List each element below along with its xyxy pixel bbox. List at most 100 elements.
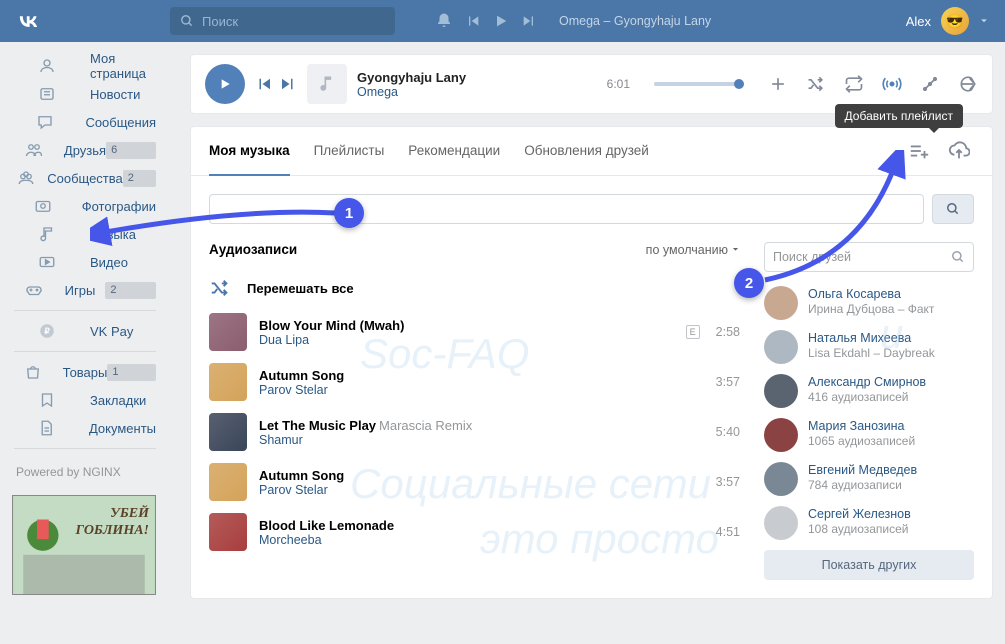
badge: 2 [123,170,156,187]
friend-name: Мария Занозина [808,418,915,434]
music-search-button[interactable] [932,194,974,224]
player-cover [307,64,347,104]
sidebar-item[interactable]: Новости [6,80,164,108]
photos-icon [14,196,72,216]
sidebar-item[interactable]: Видео [6,248,164,276]
friend-name: Евгений Медведев [808,462,917,478]
friend-row[interactable]: Евгений Медведев784 аудиозаписи [764,462,974,496]
player-track-artist[interactable]: Omega [357,85,466,99]
header-search[interactable] [170,7,395,35]
track-title: Autumn Song [259,368,344,383]
music-note-icon [317,74,337,94]
explicit-icon: E [686,325,700,339]
badge: 1 [107,364,156,381]
sidebar-item-label: Друзья [64,143,106,158]
friend-name: Сергей Железнов [808,506,911,522]
upload-icon[interactable] [948,140,970,162]
step-badge-1: 1 [334,198,364,228]
friend-name: Наталья Михеева [808,330,935,346]
share-icon[interactable] [958,74,978,94]
header-now-playing: Omega – Gyongyhaju Lany [559,14,711,28]
top-header: Omega – Gyongyhaju Lany Alex 😎 [0,0,1005,42]
games-icon [14,280,55,300]
sidebar-item[interactable]: Закладки [6,386,164,414]
shuffle-icon [209,277,231,299]
tab[interactable]: Рекомендации [408,127,500,175]
friend-avatar [764,462,798,496]
username: Alex [906,14,931,29]
friend-row[interactable]: Ольга КосареваИрина Дубцова – Факт [764,286,974,320]
avatar: 😎 [941,7,969,35]
sidebar-item[interactable]: Моя страница [6,52,164,80]
friend-row[interactable]: Сергей Железнов108 аудиозаписей [764,506,974,540]
track-artist[interactable]: Parov Stelar [259,483,704,497]
notifications-icon[interactable] [435,12,453,30]
play-button[interactable] [205,64,245,104]
track-artist[interactable]: Parov Stelar [259,383,704,397]
bookmark-icon [14,390,80,410]
sidebar-item-label: Игры [65,283,106,298]
next-icon[interactable] [521,13,537,29]
sidebar-item[interactable]: Товары1 [6,358,164,386]
broadcast-icon[interactable] [882,74,902,94]
track-duration: 4:51 [716,525,740,539]
track-duration: 3:57 [716,375,740,389]
arrow-2 [760,150,920,290]
track-row[interactable]: Autumn SongParov Stelar 3:57 [209,357,740,407]
vk-logo[interactable] [16,9,40,33]
track-cover [209,413,247,451]
track-row[interactable]: Blood Like LemonadeMorcheeba 4:51 [209,507,740,557]
friend-row[interactable]: Мария Занозина1065 аудиозаписей [764,418,974,452]
svg-text:₽: ₽ [44,327,49,336]
friend-sub: Ирина Дубцова – Факт [808,302,934,318]
ad-banner[interactable]: УБЕЙГОБЛИНА! [12,495,156,595]
track-artist[interactable]: Dua Lipa [259,333,674,347]
friends-icon [14,140,54,160]
header-user[interactable]: Alex 😎 [906,7,989,35]
track-row[interactable]: Autumn SongParov Stelar 3:57 [209,457,740,507]
sidebar-item[interactable]: Игры2 [6,276,164,304]
show-more-friends[interactable]: Показать других [764,550,974,580]
shuffle-icon[interactable] [806,74,826,94]
sidebar-item[interactable]: Документы [6,414,164,442]
player-track-title: Gyongyhaju Lany [357,70,466,85]
sort-select[interactable]: по умолчанию [646,243,740,257]
player-duration: 6:01 [607,77,630,91]
header-search-input[interactable] [202,14,378,29]
friend-sub: Lisa Ekdahl – Daybreak [808,346,935,362]
add-icon[interactable] [768,74,788,94]
friend-row[interactable]: Александр Смирнов416 аудиозаписей [764,374,974,408]
repeat-icon[interactable] [844,74,864,94]
track-title: Blow Your Mind (Mwah) [259,318,404,333]
tab[interactable]: Обновления друзей [524,127,649,175]
player-next-icon[interactable] [279,75,297,93]
messages-icon [14,112,75,132]
play-icon[interactable] [493,13,509,29]
badge: 2 [105,282,156,299]
track-row[interactable]: Let The Music PlayMarascia RemixShamur 5… [209,407,740,457]
track-artist[interactable]: Morcheeba [259,533,704,547]
sidebar-item[interactable]: Сообщения [6,108,164,136]
track-row[interactable]: Blow Your Mind (Mwah)Dua Lipa E2:58 [209,307,740,357]
player-prev-icon[interactable] [255,75,273,93]
header-player-controls: Omega – Gyongyhaju Lany [465,13,711,29]
sidebar-item[interactable]: Сообщества2 [6,164,164,192]
friend-row[interactable]: Наталья МихееваLisa Ekdahl – Daybreak [764,330,974,364]
music-icon [14,224,80,244]
video-icon [14,252,80,272]
shuffle-all[interactable]: Перемешать все [209,269,740,307]
prev-icon[interactable] [465,13,481,29]
friend-sub: 784 аудиозаписи [808,478,917,494]
progress-bar[interactable] [654,82,744,86]
sidebar-item-label: Закладки [90,393,156,408]
track-title: Let The Music Play [259,418,376,433]
tab[interactable]: Плейлисты [314,127,385,175]
track-artist[interactable]: Shamur [259,433,704,447]
friend-avatar [764,374,798,408]
sidebar-item-vkpay[interactable]: ₽ VK Pay [6,317,164,345]
news-icon [14,84,80,104]
sidebar-item[interactable]: Друзья6 [6,136,164,164]
tab[interactable]: Моя музыка [209,127,290,176]
sidebar-item-label: Сообщества [47,171,123,186]
similar-icon[interactable] [920,74,940,94]
